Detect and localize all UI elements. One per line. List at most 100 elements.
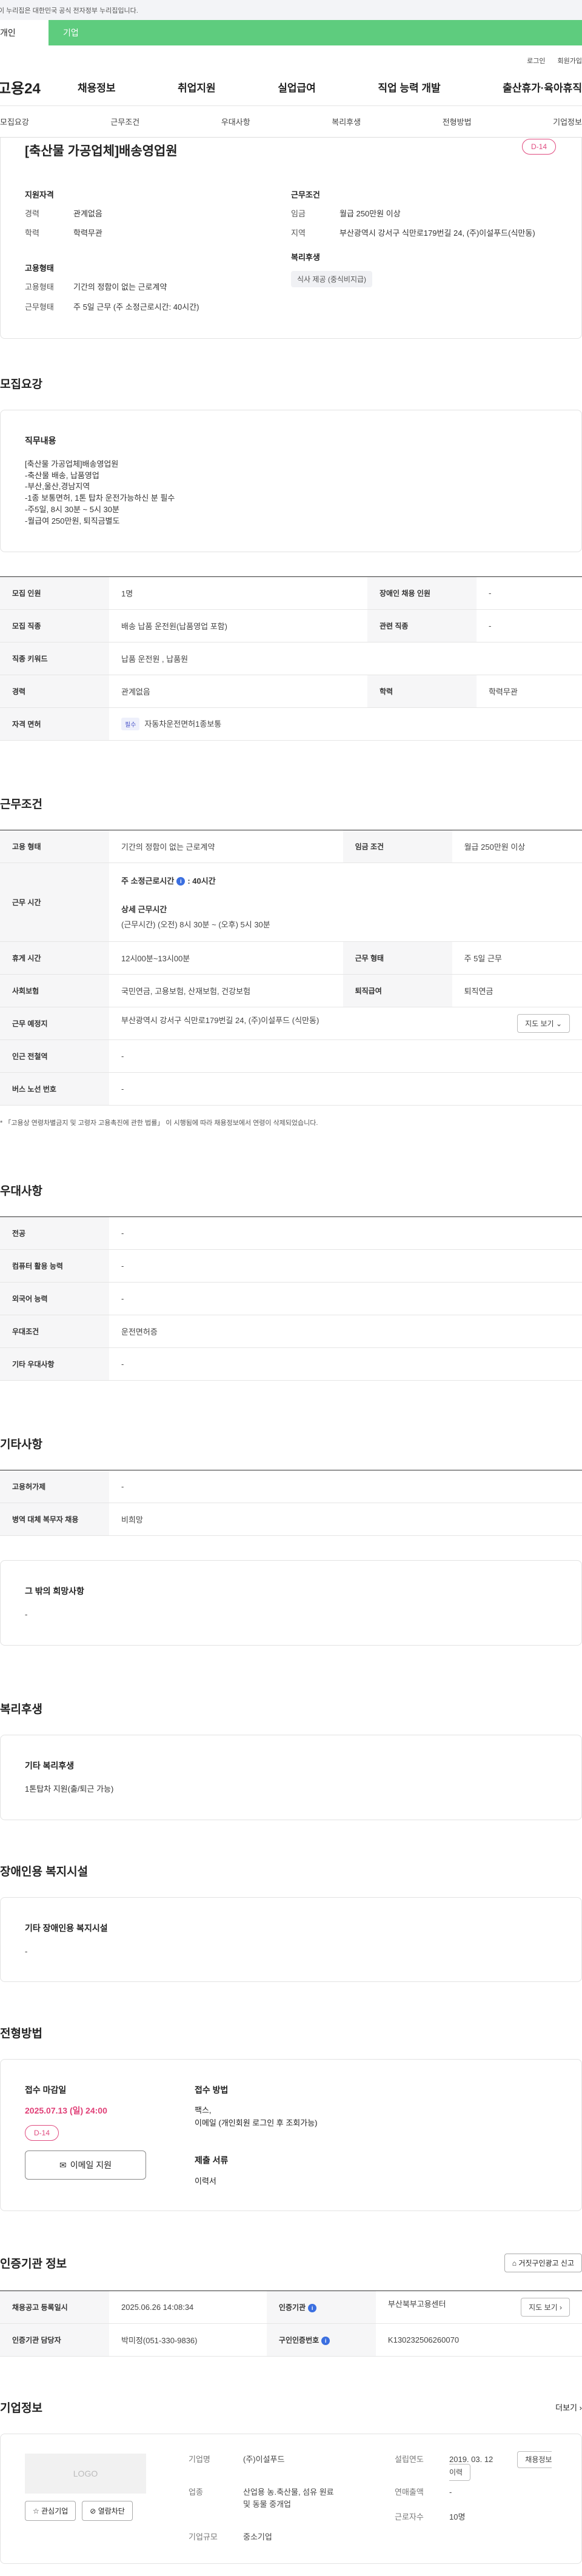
row-label: 인근 전철역	[0, 1039, 109, 1073]
company-year-label: 설립연도	[395, 2454, 424, 2464]
pref-section-title: 우대사항	[0, 1184, 42, 1198]
apply-section-title: 전형방법	[0, 2027, 42, 2041]
chevron-right-icon: ›	[560, 2303, 562, 2312]
company-logo: LOGO	[25, 2453, 146, 2494]
work-row: 임금 월급 250만원 이상	[291, 209, 557, 219]
required-badge: 필수	[121, 717, 140, 730]
row-label: 경력	[0, 675, 109, 708]
recruit-section-title: 모집요강	[0, 378, 42, 391]
gnb-item-employment-support[interactable]: 취업지원	[178, 79, 216, 95]
doc-title: 제출 서류	[195, 2155, 229, 2165]
row-value: 부산광역시 강서구 식만로179번길 24, (주)이설푸드 (식만동) 지도 보…	[109, 1007, 582, 1040]
company-biz-value: 산업용 농.축산물, 섬유 원료 및 동물 중개업	[243, 2487, 334, 2509]
block-label: 열람차단	[98, 2506, 125, 2515]
work-value: 월급 250만원 이상	[340, 209, 401, 218]
row-value: 1명	[109, 576, 367, 610]
table-row: 사회보험 국민연금, 고용보험, 산재보험, 건강보험 퇴직급여 퇴직연금	[0, 974, 582, 1007]
row-value: 학력무관	[476, 675, 582, 708]
row-label: 고용 형태	[0, 830, 109, 863]
row-value: -	[109, 1282, 582, 1315]
table-row: 병역 대체 복무자 채용 비희망	[0, 1503, 582, 1536]
welfare-title: 복리후생	[291, 253, 320, 262]
row-value: 국민연금, 고용보험, 산재보험, 건강보험	[109, 974, 343, 1007]
report-icon: ⌂	[512, 2258, 517, 2267]
apply-box: 접수 마감일 2025.07.13 (일) 24:00 D-14 ✉ 이메일 지원…	[0, 2059, 582, 2211]
row-value: -	[109, 1470, 582, 1503]
row-value: 퇴직연금	[452, 974, 582, 1007]
report-fake-ad-button[interactable]: ⌂ 거짓구인광고 신고	[504, 2253, 582, 2272]
page: 이 누리집은 대한민국 공식 전자정부 누리집입니다. 개인 기업 로그인 회원…	[0, 0, 582, 2576]
company-biz-label: 업종	[189, 2487, 203, 2497]
row-label: 학력	[367, 675, 477, 708]
info-icon[interactable]: i	[321, 2336, 330, 2345]
tab-company[interactable]: 기업	[48, 20, 582, 45]
section-nav-pref[interactable]: 우대사항	[221, 116, 250, 127]
map-button[interactable]: 지도 보기 ⌄	[517, 1013, 570, 1033]
disab-box-content: -	[25, 1946, 28, 1956]
row-label: 근무 시간	[0, 863, 109, 942]
section-nav-company[interactable]: 기업정보	[553, 116, 582, 127]
company-header: 기업정보 더보기 ›	[0, 2399, 582, 2415]
emp-row: 고용형태 기간의 정함이 없는 근로계약	[25, 282, 291, 293]
section-nav-recruit[interactable]: 모집요강	[0, 116, 29, 127]
work-table: 고용 형태 기간의 정함이 없는 근로계약 임금 조건 월급 250만원 이상 근무 …	[0, 829, 582, 1106]
company-more-link[interactable]: 더보기 ›	[555, 2401, 582, 2413]
top-tabs: 개인 기업	[0, 20, 582, 45]
info-icon[interactable]: i	[308, 2303, 317, 2312]
table-row: 고용허가제 -	[0, 1470, 582, 1503]
disab-box: 기타 장애인용 복지시설 -	[0, 1897, 582, 1983]
email-apply-label: 이메일 지원	[70, 2160, 112, 2171]
chevron-down-icon: ⌄	[555, 1019, 562, 1028]
row-label: 자격 면허	[0, 707, 109, 741]
gnb-item-unemployment[interactable]: 실업급여	[278, 79, 316, 95]
row-value: -	[476, 576, 582, 610]
signup-link[interactable]: 회원가입	[558, 56, 582, 65]
row-value: 운전면허증	[109, 1315, 582, 1348]
deadline-title: 접수 마감일	[25, 2085, 67, 2095]
etc-box-content: -	[25, 1609, 28, 1619]
gnb-item-leave[interactable]: 출산휴가·육아휴직	[503, 79, 582, 95]
table-row: 인증기관 담당자 박미정(051-330-9836) 구인인증번호 i K1302325…	[0, 2323, 582, 2357]
cert-map-button[interactable]: 지도 보기 ›	[521, 2297, 570, 2317]
section-nav-work[interactable]: 근무조건	[110, 116, 139, 127]
block-company-button[interactable]: ⊘ 열람차단	[82, 2500, 133, 2521]
emp-title: 고용형태	[25, 264, 54, 273]
row-label: 인증기관 i	[266, 2291, 376, 2324]
emp-label: 고용형태	[25, 282, 54, 292]
row-label: 직종 키워드	[0, 642, 109, 675]
site-logo[interactable]: 고용24	[0, 76, 78, 98]
table-row: 경력 관계없음 학력 학력무관	[0, 675, 582, 708]
work-label: 임금	[291, 209, 306, 218]
gnb-item-jobs[interactable]: 채용정보	[78, 79, 116, 95]
row-label: 모집 직종	[0, 609, 109, 642]
qual-value: 학력무관	[73, 229, 102, 238]
row-label: 우대조건	[0, 1315, 109, 1348]
apply-col-method: 접수 방법 팩스, 이메일 (개인회원 로그인 후 조회가능) 제출 서류 이력…	[195, 2084, 557, 2186]
info-icon[interactable]: i	[176, 877, 186, 886]
row-value: 관계없음	[109, 675, 367, 708]
row-label: 외국어 능력	[0, 1282, 109, 1315]
star-icon: ☆	[33, 2506, 39, 2515]
summary-grid: 지원자격 경력 관계없음 학력 학력무관 고용형태 고용형태 기간의 정함이 없는 근…	[25, 189, 557, 321]
section-nav-apply[interactable]: 전형방법	[443, 116, 472, 127]
emp-label: 근무형태	[25, 302, 54, 312]
email-apply-button[interactable]: ✉ 이메일 지원	[25, 2151, 146, 2180]
row-value: 월급 250만원 이상	[452, 830, 582, 863]
table-row: 기타 우대사항 -	[0, 1347, 582, 1381]
disab-box-title: 기타 장애인용 복지시설	[25, 1923, 108, 1933]
section-nav-welfare[interactable]: 복리후생	[332, 116, 361, 127]
row-value: 기간의 정함이 없는 근로계약	[109, 830, 343, 863]
gnb-item-training[interactable]: 직업 능력 개발	[378, 79, 440, 95]
favorite-company-button[interactable]: ☆ 관심기업	[25, 2500, 76, 2521]
tab-personal[interactable]: 개인	[0, 20, 48, 45]
login-link[interactable]: 로그인	[527, 56, 545, 65]
company-actions: ☆ 관심기업 ⊘ 열람차단	[25, 2500, 146, 2521]
welfare-tag: 식사 제공 (중식비지급)	[291, 271, 373, 288]
row-label: 버스 노선 번호	[0, 1072, 109, 1106]
work-time-main-label: 주 소정근로시간	[121, 876, 175, 886]
row-label: 장애인 채용 인원	[367, 576, 477, 610]
company-sales-emp-labels: 연매출액 근로자수	[395, 2486, 449, 2524]
row-label: 모집 인원	[0, 576, 109, 610]
table-row: 모집 인원 1명 장애인 채용 인원 -	[0, 576, 582, 610]
qual-title: 지원자격	[25, 190, 54, 199]
